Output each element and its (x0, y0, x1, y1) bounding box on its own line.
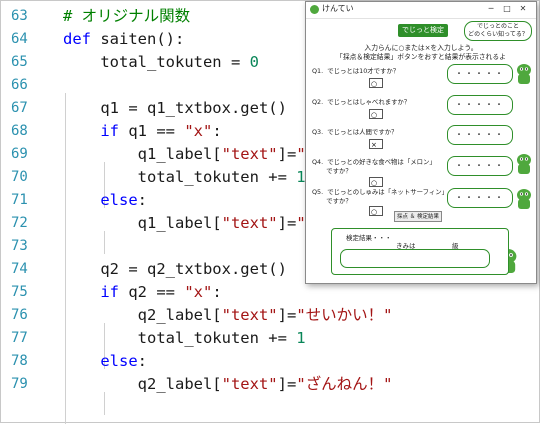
code-text: def saiten(): (63, 30, 185, 48)
maximize-icon[interactable]: □ (502, 4, 512, 14)
code-text: q1_label["text"]=" (63, 214, 306, 232)
result-title: 検定結果・・・ (346, 234, 392, 242)
answer-input-5[interactable]: ○ (369, 206, 383, 216)
code-text: q2 = q2_txtbox.get() (63, 260, 287, 278)
code-text: q1_label["text"]=" (63, 145, 306, 163)
code-text: total_tokuten += 1 (63, 329, 306, 347)
code-line[interactable]: 76 q2_label["text"]="せいかい！" (1, 304, 540, 327)
mascot-icon (517, 64, 531, 84)
code-text: q1 = q1_txtbox.get() (63, 99, 287, 117)
line-number: 72 (11, 215, 28, 231)
code-line[interactable]: 75 if q2 == "x": (1, 281, 540, 304)
result-panel: 検定結果・・・ きみは 級 (331, 228, 509, 275)
kentei-app-window: けんてい ─ □ ✕ でじっと検定 でじっとのこと どのくらい知ってる？ 入力ら… (305, 1, 537, 284)
speech-bubble: でじっとのこと どのくらい知ってる？ (464, 21, 532, 41)
code-text: total_tokuten += 1 (63, 168, 306, 186)
line-number: 79 (11, 376, 28, 392)
code-text: q2_label["text"]="せいかい！" (63, 306, 393, 324)
code-text: if q1 == "x": (100, 122, 222, 140)
window-title: けんてい (322, 4, 354, 13)
code-line[interactable]: 77 total_tokuten += 1 (1, 327, 540, 350)
line-number: 76 (11, 307, 28, 323)
line-number: 73 (11, 238, 28, 254)
result-label-5: ・・・・・ (447, 188, 513, 208)
line-number: 69 (11, 146, 28, 162)
code-text: else: (100, 352, 147, 370)
line-number: 75 (11, 284, 28, 300)
result-label-4: ・・・・・ (447, 156, 513, 176)
code-text: q2_label["text"]="ざんねん！" (63, 375, 393, 393)
line-number: 74 (11, 261, 28, 277)
result-display (340, 249, 490, 268)
code-text: else: (100, 191, 147, 209)
mascot-icon (517, 154, 531, 174)
line-number: 71 (11, 192, 28, 208)
code-line[interactable]: 79 q2_label["text"]="ざんねん！" (1, 373, 540, 396)
result-label-3: ・・・・・ (447, 125, 513, 145)
mascot-icon (517, 189, 531, 209)
question-label-1: Q1. でじっとは10才ですか？ (312, 67, 400, 75)
answer-input-1[interactable]: ○ (369, 78, 383, 88)
line-number: 78 (11, 353, 28, 369)
result-label-1: ・・・・・ (447, 64, 513, 84)
minimize-icon[interactable]: ─ (486, 4, 496, 14)
answer-input-2[interactable]: ○ (369, 109, 383, 119)
app-icon (310, 5, 319, 14)
code-text: # オリジナル関数 (63, 7, 191, 25)
result-label-2: ・・・・・ (447, 95, 513, 115)
line-number: 70 (11, 169, 28, 185)
answer-input-4[interactable]: ○ (369, 177, 383, 187)
question-label-4: Q4. でじっとの好きな食べ物は「メロン」 ですか？ (312, 158, 436, 175)
instruction-line-2: 「採点＆検定結果」ボタンをおすと結果が表示されるよ (336, 53, 506, 61)
answer-input-3[interactable]: × (369, 139, 383, 149)
line-number: 65 (11, 54, 28, 70)
close-icon[interactable]: ✕ (518, 4, 528, 14)
line-number: 67 (11, 100, 28, 116)
line-number: 64 (11, 31, 28, 47)
line-number: 77 (11, 330, 28, 346)
line-number: 66 (11, 77, 28, 93)
bubble-line-2: どのくらい知ってる？ (468, 31, 528, 38)
question-label-5: Q5. でじっとのしゅみは「ネットサーフィン」 ですか？ (312, 188, 449, 205)
window-titlebar[interactable]: けんてい ─ □ ✕ (306, 2, 536, 19)
question-label-3: Q3. でじっとは人間ですか？ (312, 128, 398, 136)
line-number: 63 (11, 8, 28, 24)
bubble-line-1: でじっとのこと (477, 23, 519, 30)
code-text: if q2 == "x": (100, 283, 222, 301)
code-text: total_tokuten = 0 (63, 53, 259, 71)
line-number: 68 (11, 123, 28, 139)
question-label-2: Q2. でじっとはしゃべれますか？ (312, 98, 411, 106)
score-button[interactable]: 採点 ＆ 検定結果 (394, 211, 442, 222)
code-line[interactable]: 78 else: (1, 350, 540, 373)
kentei-title-badge: でじっと検定 (398, 24, 448, 37)
